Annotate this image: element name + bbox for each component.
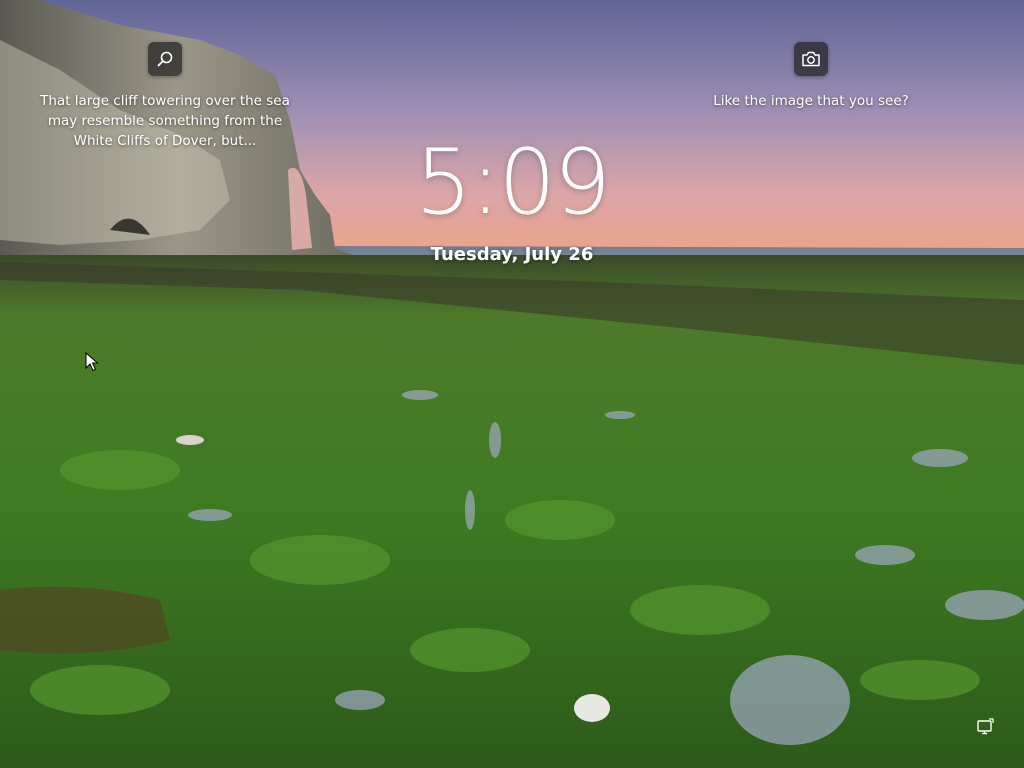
search-icon xyxy=(157,51,173,67)
mouse-cursor xyxy=(85,352,99,372)
search-button[interactable] xyxy=(148,42,182,76)
spotlight-info-right: Like the image that you see? xyxy=(700,42,922,111)
lock-screen[interactable]: That large cliff towering over the sea m… xyxy=(0,0,1024,768)
camera-icon xyxy=(802,51,820,67)
lock-screen-date: Tuesday, July 26 xyxy=(430,244,594,265)
like-image-prompt[interactable]: Like the image that you see? xyxy=(713,91,909,111)
network-icon xyxy=(977,718,994,735)
lock-screen-clock: 5:09 xyxy=(414,130,611,235)
image-description[interactable]: That large cliff towering over the sea m… xyxy=(40,91,290,151)
network-status-button[interactable] xyxy=(975,716,995,736)
camera-button[interactable] xyxy=(794,42,828,76)
spotlight-info-left: That large cliff towering over the sea m… xyxy=(30,42,300,151)
